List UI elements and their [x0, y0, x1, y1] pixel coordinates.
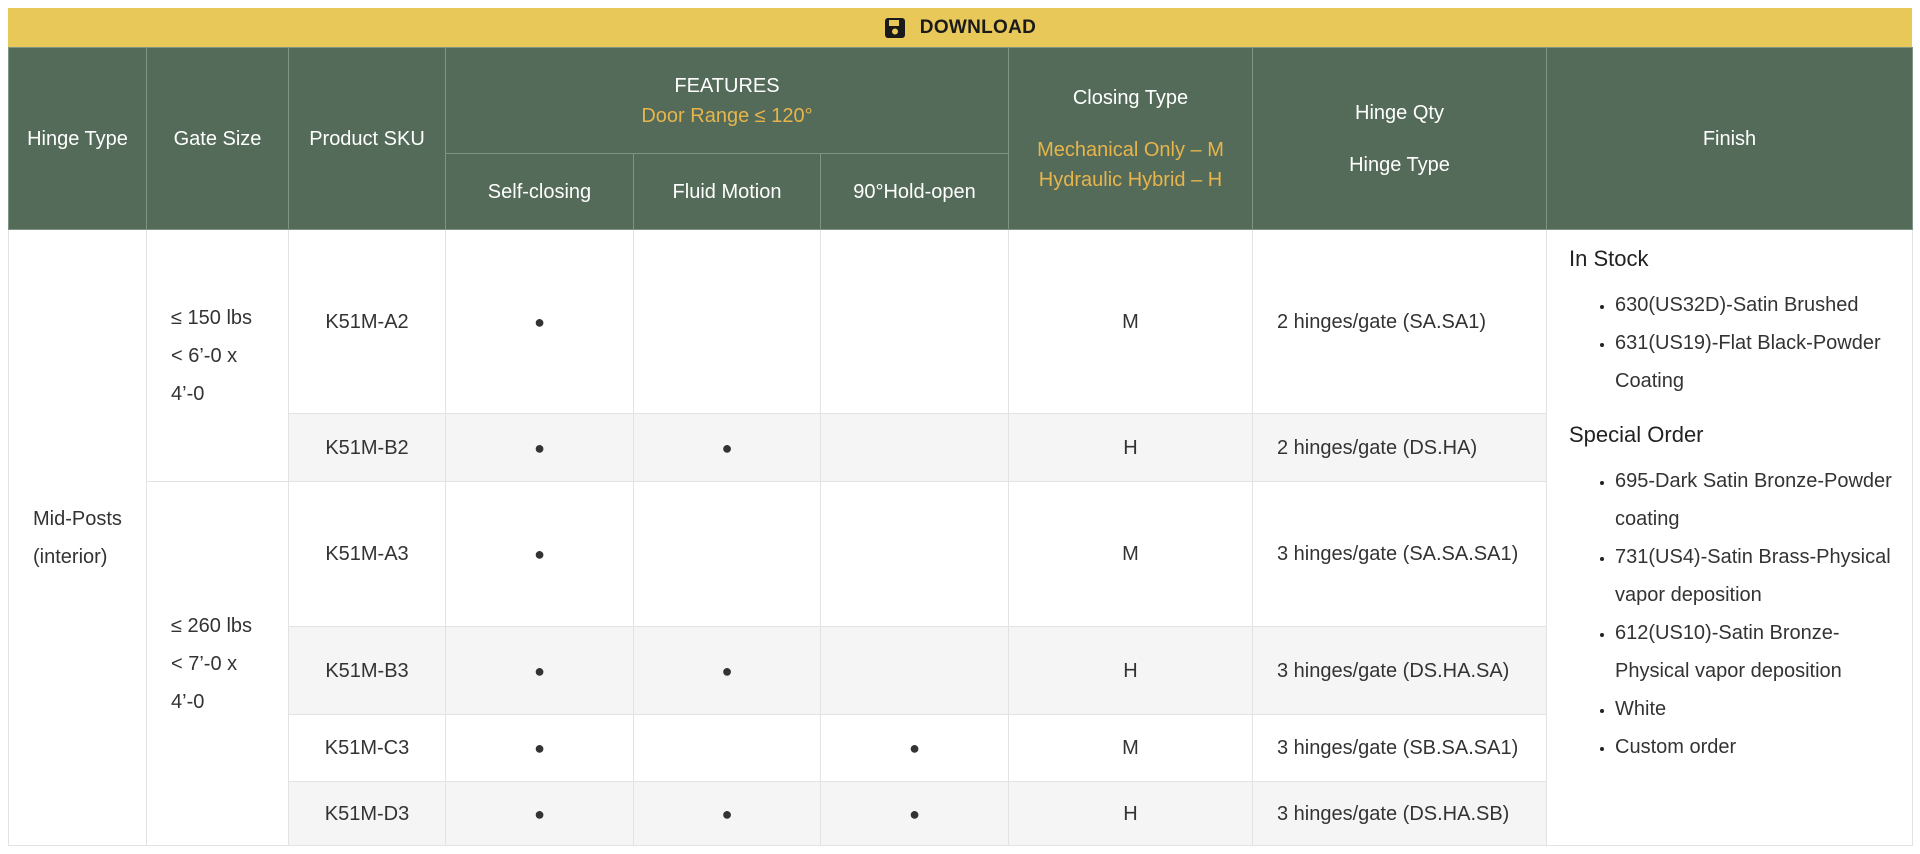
- closing-cell: H: [1008, 781, 1253, 846]
- fluid-motion-cell: ●: [633, 781, 821, 846]
- gate-size-cell: ≤ 260 lbs < 7’-0 x 4’-0: [146, 481, 289, 846]
- list-item: 631(US19)-Flat Black-Powder Coating: [1615, 324, 1896, 400]
- qty-cell: 3 hinges/gate (DS.HA.SB): [1252, 781, 1547, 846]
- special-order-list: 695-Dark Satin Bronze-Powder coating 731…: [1569, 462, 1896, 766]
- self-closing-cell: ●: [445, 229, 634, 414]
- list-item: 630(US32D)-Satin Brushed: [1615, 286, 1896, 324]
- col-hinge-qty: Hinge Qty Hinge Type: [1252, 47, 1547, 230]
- col-fluid-motion: Fluid Motion: [633, 153, 821, 230]
- list-item: 695-Dark Satin Bronze-Powder coating: [1615, 462, 1896, 538]
- hold-open-cell: ●: [820, 781, 1009, 846]
- closing-cell: M: [1008, 229, 1253, 414]
- features-title: FEATURES: [674, 74, 780, 97]
- qty-cell: 3 hinges/gate (SA.SA.SA1): [1252, 481, 1547, 627]
- qty-cell: 2 hinges/gate (SA.SA1): [1252, 229, 1547, 414]
- qty-cell: 3 hinges/gate (SB.SA.SA1): [1252, 714, 1547, 782]
- qty-cell: 2 hinges/gate (DS.HA): [1252, 413, 1547, 482]
- floppy-disk-icon: [884, 17, 906, 39]
- sku-cell: K51M-B2: [288, 413, 446, 482]
- sku-cell: K51M-C3: [288, 714, 446, 782]
- special-order-title: Special Order: [1569, 422, 1704, 447]
- self-closing-cell: ●: [445, 626, 634, 715]
- col-closing-type: Closing Type Mechanical Only – M Hydraul…: [1008, 47, 1253, 230]
- fluid-motion-cell: ●: [633, 626, 821, 715]
- sku-cell: K51M-B3: [288, 626, 446, 715]
- hold-open-cell: [820, 481, 1009, 627]
- sku-cell: K51M-A3: [288, 481, 446, 627]
- closing-h-legend: Hydraulic Hybrid – H: [1038, 168, 1223, 191]
- list-item: 612(US10)-Satin Bronze-Physical vapor de…: [1615, 614, 1896, 690]
- col-self-closing: Self-closing: [445, 153, 634, 230]
- list-item: Custom order: [1615, 728, 1896, 766]
- list-item: White: [1615, 690, 1896, 728]
- hold-open-cell: [820, 229, 1009, 414]
- col-hinge-type: Hinge Type: [8, 47, 147, 230]
- download-button[interactable]: DOWNLOAD: [8, 8, 1912, 47]
- col-gate-size: Gate Size: [146, 47, 289, 230]
- table-row: Mid-Posts (interior) ≤ 150 lbs < 6’-0 x …: [8, 229, 1913, 846]
- qty-cell: 3 hinges/gate (DS.HA.SA): [1252, 626, 1547, 715]
- hold-open-cell: ●: [820, 714, 1009, 782]
- self-closing-cell: ●: [445, 481, 634, 627]
- finish-cell: In Stock 630(US32D)-Satin Brushed 631(US…: [1546, 229, 1913, 846]
- sku-cell: K51M-A2: [288, 229, 446, 414]
- closing-cell: M: [1008, 714, 1253, 782]
- gate-size-cell: ≤ 150 lbs < 6’-0 x 4’-0: [146, 229, 289, 482]
- col-features: FEATURES Door Range ≤ 120°: [445, 47, 1009, 154]
- in-stock-list: 630(US32D)-Satin Brushed 631(US19)-Flat …: [1569, 286, 1896, 400]
- self-closing-cell: ●: [445, 413, 634, 482]
- fluid-motion-cell: [633, 714, 821, 782]
- product-spec-panel: DOWNLOAD Hinge Type Gate Size Product SK…: [8, 8, 1913, 846]
- closing-cell: H: [1008, 626, 1253, 715]
- col-hold-open: 90°Hold-open: [820, 153, 1009, 230]
- spec-table: Hinge Type Gate Size Product SKU FEATURE…: [8, 47, 1913, 846]
- hinge-type-cell: Mid-Posts (interior): [8, 229, 147, 846]
- self-closing-cell: ●: [445, 781, 634, 846]
- fluid-motion-cell: ●: [633, 413, 821, 482]
- fluid-motion-cell: [633, 481, 821, 627]
- hold-open-cell: [820, 626, 1009, 715]
- closing-cell: M: [1008, 481, 1253, 627]
- download-label: DOWNLOAD: [919, 16, 1037, 38]
- hold-open-cell: [820, 413, 1009, 482]
- closing-m-legend: Mechanical Only – M: [1037, 138, 1224, 161]
- col-finish: Finish: [1546, 47, 1913, 230]
- features-subtitle: Door Range ≤ 120°: [641, 104, 813, 127]
- self-closing-cell: ●: [445, 714, 634, 782]
- closing-cell: H: [1008, 413, 1253, 482]
- fluid-motion-cell: [633, 229, 821, 414]
- sku-cell: K51M-D3: [288, 781, 446, 846]
- in-stock-title: In Stock: [1569, 246, 1649, 271]
- col-product-sku: Product SKU: [288, 47, 446, 230]
- list-item: 731(US4)-Satin Brass-Physical vapor depo…: [1615, 538, 1896, 614]
